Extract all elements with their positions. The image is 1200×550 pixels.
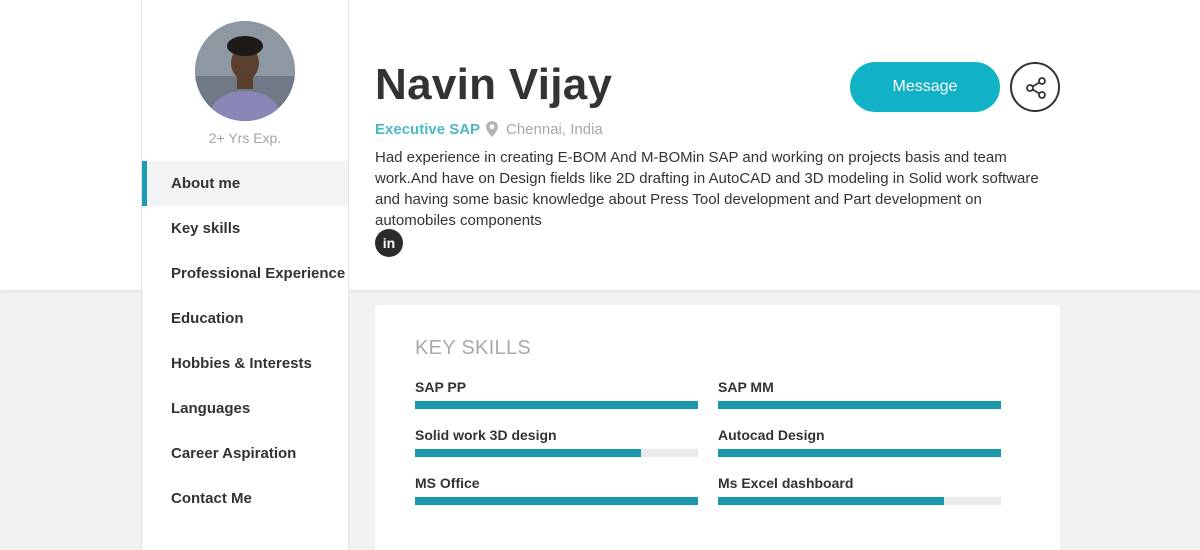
sidebar-nav: About me Key skills Professional Experie…: [142, 161, 348, 521]
share-icon: [1026, 77, 1046, 99]
skill-bar: [415, 401, 698, 409]
skill-item: SAP PP: [415, 379, 698, 409]
profile-role: Executive SAP: [375, 121, 481, 138]
key-skills-card: KEY SKILLS SAP PP SAP MM Solid work 3D d…: [375, 305, 1060, 550]
sidebar-item-languages[interactable]: Languages: [142, 386, 348, 431]
skill-label: Autocad Design: [718, 427, 825, 443]
skill-bar-fill: [415, 449, 642, 457]
experience-label: 2+ Yrs Exp.: [208, 130, 282, 146]
sidebar-item-career-aspiration[interactable]: Career Aspiration: [142, 431, 348, 476]
sidebar-item-hobbies-interests[interactable]: Hobbies & Interests: [142, 341, 348, 386]
skill-item: Ms Excel dashboard: [718, 475, 1001, 505]
share-button[interactable]: [1010, 62, 1060, 112]
message-button[interactable]: Message: [850, 62, 1000, 112]
profile-about: Had experience in creating E-BOM And M-B…: [375, 149, 1039, 229]
skill-label: Solid work 3D design: [415, 427, 557, 443]
skill-bar: [415, 449, 698, 457]
skill-bar-fill: [718, 497, 945, 505]
skill-label: SAP PP: [415, 379, 467, 395]
skill-bar: [718, 497, 1001, 505]
skill-label: MS Office: [415, 475, 480, 491]
skill-bar: [718, 401, 1001, 409]
sidebar-item-contact-me[interactable]: Contact Me: [142, 476, 348, 521]
skill-item: MS Office: [415, 475, 698, 505]
skill-bar: [415, 497, 698, 505]
skill-item: Autocad Design: [718, 427, 1001, 457]
avatar: [195, 21, 295, 121]
skill-bar-fill: [415, 497, 698, 505]
map-pin-icon: [486, 121, 498, 137]
skill-bar-fill: [718, 449, 1001, 457]
skill-label: Ms Excel dashboard: [718, 475, 854, 491]
skill-bar-fill: [415, 401, 698, 409]
key-skills-title: KEY SKILLS: [415, 337, 532, 359]
skill-label: SAP MM: [718, 379, 774, 395]
skill-bar-fill: [718, 401, 1001, 409]
sidebar-item-key-skills[interactable]: Key skills: [142, 206, 348, 251]
sidebar: 2+ Yrs Exp. About me Key skills Professi…: [141, 0, 349, 550]
linkedin-icon[interactable]: in: [375, 229, 403, 257]
sidebar-item-about-me[interactable]: About me: [142, 161, 348, 206]
skill-item: SAP MM: [718, 379, 1001, 409]
sidebar-item-education[interactable]: Education: [142, 296, 348, 341]
skill-bar: [718, 449, 1001, 457]
profile-location: Chennai, India: [506, 121, 603, 138]
skill-item: Solid work 3D design: [415, 427, 698, 457]
profile-name: Navin Vijay: [375, 60, 613, 109]
sidebar-item-professional-experience[interactable]: Professional Experience: [142, 251, 348, 296]
